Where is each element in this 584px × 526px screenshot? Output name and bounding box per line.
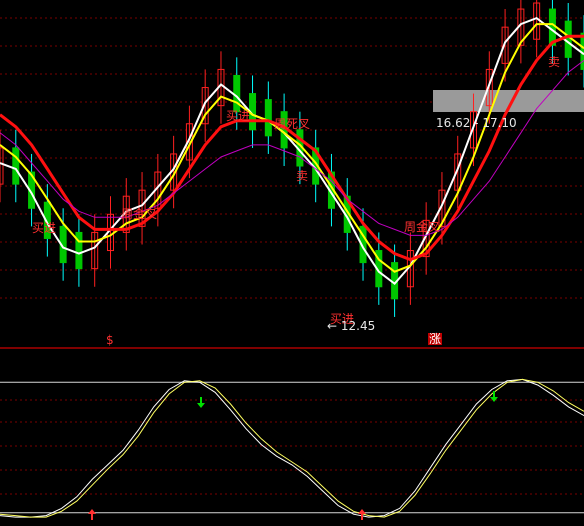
- dollar-marker: $: [106, 333, 114, 347]
- high-price-range-label: 16.62 - 17.10: [436, 116, 517, 130]
- candle-body: [564, 20, 572, 58]
- sell-signal-label: 卖: [548, 55, 561, 69]
- up-arrow-icon: [358, 509, 366, 514]
- price-panel: [0, 0, 584, 520]
- candle-body: [548, 8, 556, 46]
- buy-signal-label: 买进: [226, 109, 251, 123]
- candle-body: [264, 99, 272, 137]
- moving-average-line: [0, 34, 584, 262]
- weekly-golden-cross-label: 周金叉: [404, 220, 441, 234]
- sell-signal-label: 卖: [296, 169, 309, 183]
- up-arrow-icon: [88, 509, 96, 514]
- buy-signal-label: 买进: [32, 221, 57, 235]
- limit-up-marker: 涨: [428, 332, 443, 346]
- weekly-golden-cross-label: 周金叉: [121, 207, 158, 221]
- moving-average-line: [0, 60, 584, 236]
- low-price-label: ← 12.45: [327, 319, 376, 333]
- stock-chart: 买进 周金叉 买进 周死叉 卖 买进 周金叉 卖 ← 12.45 16.62 -…: [0, 0, 584, 526]
- moving-average-line: [0, 16, 584, 286]
- weekly-death-cross-label: 周死叉: [274, 117, 311, 131]
- candle-body: [12, 147, 20, 185]
- down-arrow-icon: [197, 403, 205, 408]
- candle-body: [233, 74, 241, 113]
- moving-average-line: [0, 23, 584, 273]
